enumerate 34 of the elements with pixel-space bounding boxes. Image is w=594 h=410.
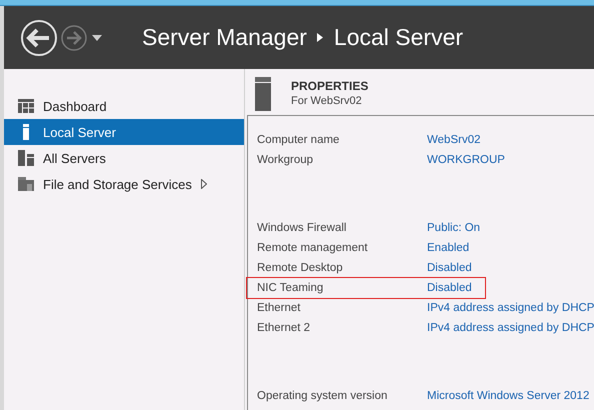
servers-icon: [18, 150, 34, 166]
forward-button[interactable]: [61, 24, 87, 50]
property-label: Workgroup: [257, 154, 314, 166]
property-value-link[interactable]: WebSrv02: [427, 134, 594, 146]
property-label: Ethernet 2: [257, 322, 312, 334]
back-button[interactable]: [20, 18, 58, 56]
property-value-link[interactable]: IPv4 address assigned by DHCP: [427, 302, 594, 314]
property-label: Remote management: [257, 242, 369, 254]
sidebar-item[interactable]: Local Server: [4, 119, 244, 145]
storage-folder-icon: [18, 176, 34, 192]
property-value-link[interactable]: Public: On: [427, 222, 594, 234]
property-label: Computer name: [257, 134, 340, 146]
breadcrumb-separator-icon: [316, 33, 323, 42]
property-label: Ethernet: [257, 302, 302, 314]
section-title: PROPERTIES: [291, 79, 368, 93]
property-value-link[interactable]: Enabled: [427, 242, 594, 254]
sidebar-item[interactable]: Dashboard: [4, 93, 244, 119]
property-value-link[interactable]: IPv4 address assigned by DHCP: [427, 322, 594, 334]
property-label: NIC Teaming: [257, 282, 324, 294]
property-value-link[interactable]: Microsoft Windows Server 2012: [427, 390, 594, 402]
dashboard-grid-icon: [18, 99, 34, 113]
property-label: Windows Firewall: [257, 222, 348, 234]
sidebar-item[interactable]: All Servers: [4, 145, 244, 171]
history-dropdown-button[interactable]: [92, 34, 102, 40]
app-title: Server Manager: [142, 24, 307, 51]
property-value-link[interactable]: WORKGROUP: [427, 154, 594, 166]
property-label: Operating system version: [257, 390, 388, 402]
section-subtitle: For WebSrv02: [291, 95, 363, 107]
property-value-link[interactable]: Disabled: [427, 282, 485, 294]
property-value-link[interactable]: Disabled: [427, 262, 594, 274]
property-label: Remote Desktop: [257, 262, 344, 274]
page-title: Local Server: [334, 24, 464, 51]
sidebar-item[interactable]: File and Storage Services: [4, 171, 244, 197]
server-tower-icon: [255, 77, 271, 111]
